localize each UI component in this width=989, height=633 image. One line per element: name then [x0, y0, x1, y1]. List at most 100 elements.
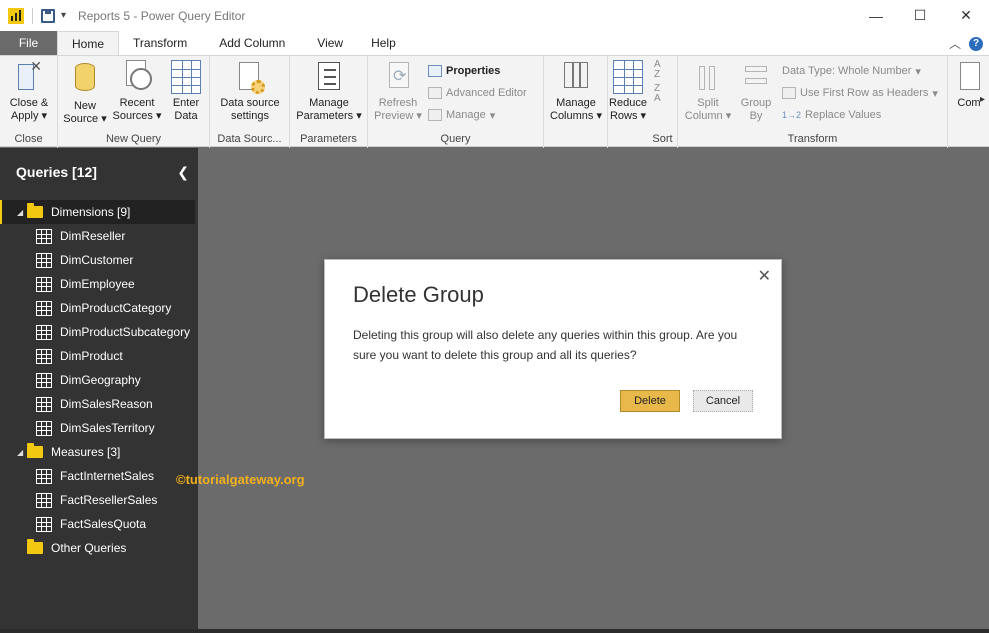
folder-icon [27, 443, 43, 458]
query-item[interactable]: DimSalesTerritory [0, 416, 195, 440]
enter-data-button[interactable]: Enter Data [166, 60, 206, 123]
query-item[interactable]: DimProductCategory [0, 296, 195, 320]
group-transform: Split Column ▾ Group By Data Type: Whole… [678, 56, 948, 148]
minimize-button[interactable]: — [853, 0, 899, 31]
group-by-icon [741, 60, 771, 94]
columns-icon [561, 60, 591, 94]
queries-pane: Queries [12] ❮ ◢ Dimensions [9] DimResel… [0, 148, 198, 629]
save-icon[interactable] [41, 8, 55, 23]
table-icon [171, 60, 201, 94]
table-icon [36, 372, 52, 388]
expand-triangle-icon[interactable]: ◢ [17, 208, 25, 217]
help-icon[interactable]: ? [969, 36, 983, 51]
window-title: Reports 5 - Power Query Editor [78, 8, 246, 23]
group-reduce-rows: Reduce Rows ▾ [608, 56, 648, 148]
close-icon[interactable]: ✕ [758, 266, 771, 286]
table-icon [36, 252, 52, 268]
database-icon [75, 63, 95, 91]
tab-transform[interactable]: Transform [119, 31, 201, 55]
dialog-message: Deleting this group will also delete any… [353, 328, 738, 362]
clock-icon [130, 68, 152, 90]
group-label-query: Query [440, 133, 471, 145]
delete-button[interactable]: Delete [620, 390, 680, 412]
new-source-button[interactable]: New Source ▾ [62, 60, 108, 126]
status-bar [0, 629, 989, 633]
close-window-button[interactable]: ✕ [943, 0, 989, 31]
sort-ascending-icon[interactable]: AZ [654, 60, 661, 80]
refresh-icon: ⟳ [383, 60, 413, 94]
query-item[interactable]: DimSalesReason [0, 392, 195, 416]
table-icon [36, 516, 52, 532]
manage-query-button[interactable]: Manage ▾ [428, 106, 495, 124]
advanced-editor-icon [428, 87, 442, 99]
query-item[interactable]: DimProduct [0, 344, 195, 368]
tab-view[interactable]: View [303, 31, 357, 55]
replace-values-button[interactable]: 1→2 Replace Values [782, 106, 881, 124]
manage-parameters-button[interactable]: Manage Parameters ▾ [294, 60, 364, 123]
group-sort: AZ ZA Sort [648, 56, 678, 148]
properties-icon [428, 65, 442, 77]
query-item[interactable]: DimEmployee [0, 272, 195, 296]
query-group-measures[interactable]: ◢ Measures [3] [0, 440, 195, 464]
query-item[interactable]: FactSalesQuota [0, 512, 195, 536]
query-item[interactable]: FactInternetSales [0, 464, 195, 488]
table-icon [36, 276, 52, 292]
dialog-title: Delete Group [353, 282, 484, 307]
quick-access-dropdown-icon[interactable]: ▾ [61, 10, 66, 21]
table-icon [36, 348, 52, 364]
tab-home[interactable]: Home [57, 31, 120, 55]
first-row-icon [782, 87, 796, 99]
use-first-row-button[interactable]: Use First Row as Headers ▾ [782, 84, 938, 102]
table-icon [36, 468, 52, 484]
query-item[interactable]: DimReseller [0, 224, 195, 248]
query-item[interactable]: DimGeography [0, 368, 195, 392]
collapse-ribbon-icon[interactable]: ︿ [949, 35, 961, 52]
manage-icon [428, 109, 442, 121]
manage-columns-button[interactable]: Manage Columns ▾ [548, 60, 604, 123]
cancel-button[interactable]: Cancel [693, 390, 753, 412]
query-item[interactable]: FactResellerSales [0, 488, 195, 512]
group-label-new-query: New Query [105, 133, 162, 145]
queries-pane-title: Queries [12] [16, 164, 97, 180]
ribbon-tabs: File Home Transform Add Column View Help… [0, 31, 989, 55]
group-parameters: Manage Parameters ▾ Parameters [290, 56, 368, 148]
expand-triangle-icon[interactable]: ◢ [17, 448, 25, 457]
tab-add-column[interactable]: Add Column [201, 31, 303, 55]
group-close: ✕ Close & Apply ▾ Close [0, 56, 58, 148]
ribbon: ✕ Close & Apply ▾ Close New Source ▾ Rec… [0, 55, 989, 148]
maximize-button[interactable]: ☐ [897, 0, 943, 31]
tab-help[interactable]: Help [357, 31, 410, 55]
properties-button[interactable]: Properties [428, 62, 500, 80]
advanced-editor-button[interactable]: Advanced Editor [428, 84, 527, 102]
group-label-close: Close [14, 133, 43, 145]
title-bar: ▾ Reports 5 - Power Query Editor — ☐ ✕ [0, 0, 989, 31]
reduce-rows-icon [613, 60, 643, 94]
ribbon-scroll-right-icon[interactable]: ▸ [980, 94, 985, 105]
group-label-sort: Sort [652, 133, 673, 145]
collapse-pane-icon[interactable]: ❮ [177, 164, 189, 181]
query-group-dimensions[interactable]: ◢ Dimensions [9] [0, 200, 195, 224]
query-group-other[interactable]: ◢ Other Queries [0, 536, 195, 560]
power-bi-logo-icon [8, 7, 24, 24]
reduce-rows-button[interactable]: Reduce Rows ▾ [606, 60, 650, 123]
split-column-button[interactable]: Split Column ▾ [684, 60, 732, 123]
close-apply-button[interactable]: ✕ Close & Apply ▾ [6, 59, 52, 123]
refresh-preview-button[interactable]: ⟳ Refresh Preview ▾ [374, 60, 422, 123]
table-icon [36, 324, 52, 340]
split-column-icon [693, 60, 723, 94]
sort-descending-icon[interactable]: ZA [654, 84, 661, 104]
parameters-icon [314, 60, 344, 94]
table-icon [36, 396, 52, 412]
folder-icon [27, 203, 43, 218]
group-data-sources: Data source settings Data Sourc... [210, 56, 290, 148]
data-type-dropdown[interactable]: Data Type: Whole Number ▾ [782, 62, 921, 80]
close-apply-icon: ✕ [14, 59, 44, 94]
data-source-settings-button[interactable]: Data source settings [216, 60, 284, 123]
delete-group-dialog: ✕ Delete Group Deleting this group will … [324, 259, 782, 439]
query-item[interactable]: DimCustomer [0, 248, 195, 272]
table-icon [36, 300, 52, 316]
query-item[interactable]: DimProductSubcategory [0, 320, 195, 344]
tab-file[interactable]: File [0, 31, 57, 55]
group-by-button[interactable]: Group By [736, 60, 776, 123]
recent-sources-button[interactable]: Recent Sources ▾ [112, 60, 162, 123]
